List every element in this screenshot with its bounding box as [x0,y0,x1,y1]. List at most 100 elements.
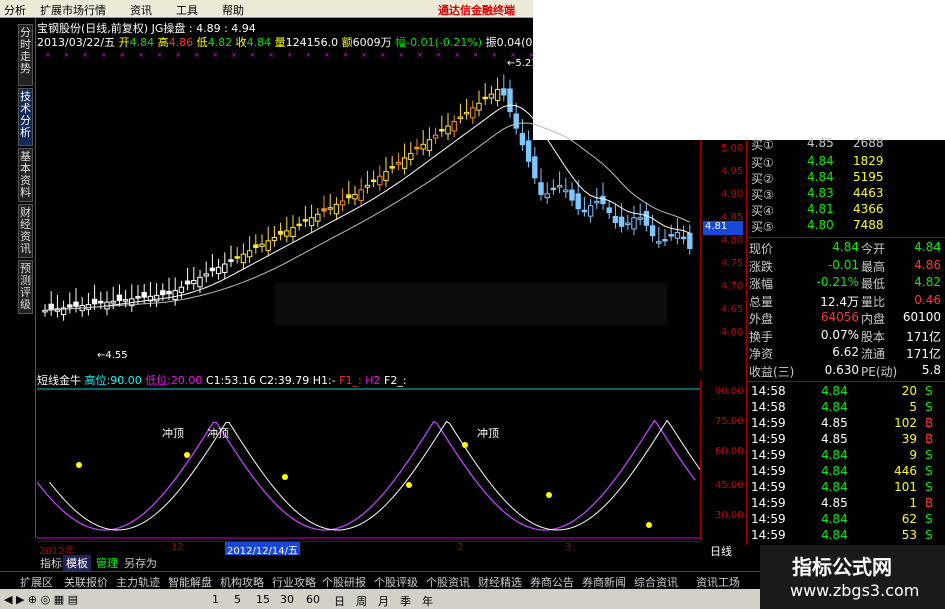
svg-text:×: × [101,52,107,59]
menu-tools[interactable]: 工具 [176,2,198,18]
bid-row: 买② 4.84 5195 [751,170,884,186]
svg-text:×: × [473,52,479,59]
menu-info[interactable]: 资讯 [130,2,152,18]
tab-template[interactable]: 模板 [63,555,91,571]
svg-text:×: × [212,52,218,59]
period-quarter[interactable]: 季 [400,593,411,609]
candle [215,258,222,280]
nav-finance-picks[interactable]: 财经精选 [478,574,522,590]
menu-bar: 分析 扩展市场行情 资讯 工具 帮助 通达信金融终端 [0,0,533,18]
period-60min[interactable]: 60 [306,593,320,606]
vtab-finance-news[interactable]: 财经资讯 [18,204,33,258]
candle [556,171,563,194]
candle [253,234,259,254]
tick-row: 14:59 4.84 53 S [751,528,933,542]
peak-label: 冲顶 [477,426,499,440]
nav-main-track[interactable]: 主力轨迹 [116,574,160,590]
period-30min[interactable]: 30 [280,593,294,606]
candle [271,225,278,247]
amt-label: 额 [341,36,353,49]
candle [457,103,464,124]
svg-text:×: × [64,52,70,59]
nav-industry[interactable]: 行业攻略 [272,574,316,590]
nav-smart-analysis[interactable]: 智能解盘 [168,574,212,590]
period-15min[interactable]: 15 [256,593,270,606]
nav-info-workshop[interactable]: 资讯工场 [696,574,740,590]
candle [302,205,309,228]
nav-broker-notice[interactable]: 券商公告 [530,574,574,590]
more-label: 换 [568,36,580,49]
price-axis: 5.00 4.95 4.90 4.85 4.80 4.75 4.70 4.65 … [700,140,746,370]
svg-text:×: × [324,52,330,59]
candle [408,141,414,166]
svg-text:×: × [268,52,274,59]
period-label[interactable]: 日线 [710,543,732,559]
candle [414,138,420,156]
bid-row: 买⑤ 4.80 7488 [751,218,884,234]
candle [612,203,619,229]
candle [377,165,383,191]
tick-row: 14:59 4.84 446 S [751,464,933,478]
nav-stock-info[interactable]: 个股资讯 [426,574,470,590]
bid-row: 买① 4.84 1829 [751,154,884,170]
tab-save-as[interactable]: 另存为 [121,555,160,571]
indicator-chart[interactable]: 冲顶 冲顶 冲顶 [37,385,700,541]
svg-text:×: × [287,52,293,59]
nav-institution[interactable]: 机构攻略 [220,574,264,590]
tab-indicator[interactable]: 指标 [37,555,65,571]
price-tick: 4.75 [721,258,744,269]
period-5min[interactable]: 5 [234,593,241,606]
candle [60,300,67,321]
price-tick: 4.90 [721,189,744,200]
toolbar-icons[interactable]: ◀ ▶ ⊕ ◎ ▦ ▤ [4,593,78,606]
candle [346,180,352,204]
candle [550,179,557,195]
nav-stock-rating[interactable]: 个股评级 [374,574,418,590]
candle [587,199,594,223]
nav-related-quote[interactable]: 关联报价 [64,574,108,590]
indicator-tick: 90.00 [715,386,744,397]
candle [606,200,612,219]
candle [184,267,191,291]
nav-stock-report[interactable]: 个股研报 [322,574,366,590]
vtab-basic-info[interactable]: 基本资料 [18,148,33,202]
vol-label: 量 [274,36,286,49]
vtab-technical-analysis[interactable]: 技术分析 [18,88,33,146]
candle [581,197,588,217]
menu-help[interactable]: 帮助 [222,2,244,18]
nav-extension[interactable]: 扩展区 [20,574,53,590]
vtab-minute-chart[interactable]: 分时走势 [18,24,33,86]
candle [501,74,507,102]
candle [476,90,482,117]
stat-row: 外盘 64056 内盘 60100 [749,310,941,326]
menu-extended-market[interactable]: 扩展市场行情 [40,2,106,18]
candle [339,188,346,212]
period-week[interactable]: 周 [356,593,367,609]
vtab-forecast-rating[interactable]: 预测评级 [18,260,33,314]
signal-markers: × × × × × × × × × × × × × × × × × × × × × × × × × × × [45,52,534,59]
tick-row: 14:59 4.84 9 S [751,448,933,462]
price-tick: 4.95 [721,166,744,177]
watermark-url: www.zbgs3.com [790,581,920,600]
svg-text:×: × [491,52,497,59]
period-day[interactable]: 日 [334,593,345,609]
price-tick: 4.70 [721,281,744,292]
candle [687,224,693,255]
period-year[interactable]: 年 [422,593,433,609]
nav-broker-news[interactable]: 券商新闻 [582,574,626,590]
low-annotation: ←4.55 [97,350,128,361]
open-value: 4.84 [129,36,155,49]
candle [445,113,451,141]
signal-dot [282,474,288,480]
candle [79,296,85,317]
period-month[interactable]: 月 [378,593,389,609]
svg-text:×: × [454,52,460,59]
stat-row: 换手 0.07% 股本 171亿 [749,327,941,344]
candle [482,83,488,105]
menu-analysis[interactable]: 分析 [4,2,26,18]
tick-row: 14:59 4.85 102 B [751,416,934,430]
bid-row: 买④ 4.81 4366 [751,202,884,218]
period-1min[interactable]: 1 [212,593,219,606]
nav-general-info[interactable]: 综合资讯 [634,574,678,590]
tab-manage[interactable]: 管理 [93,555,121,571]
